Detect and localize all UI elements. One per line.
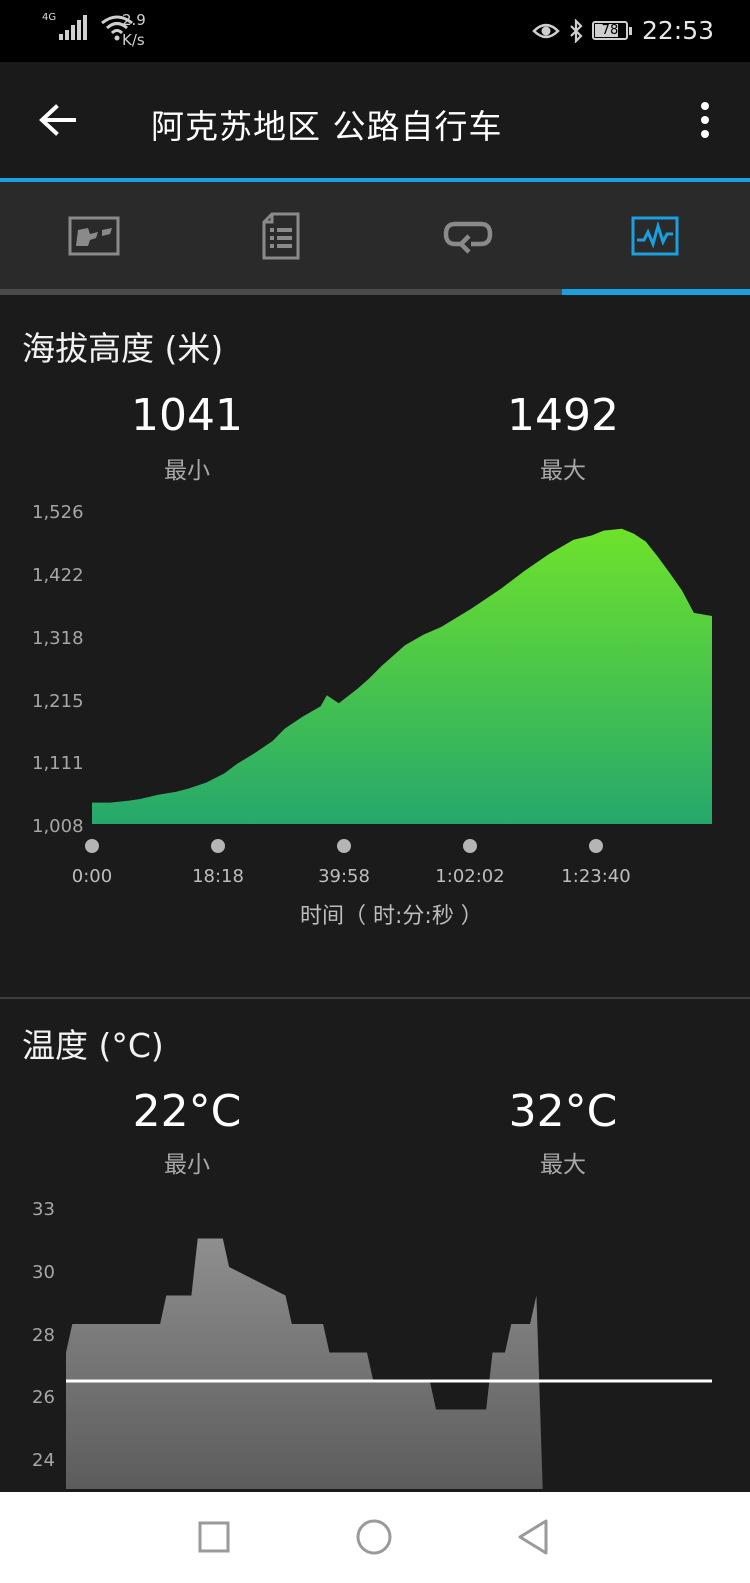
temperature-chart bbox=[66, 1238, 712, 1489]
temperature-area bbox=[66, 1238, 712, 1489]
recent-apps-icon[interactable] bbox=[197, 1520, 231, 1554]
system-nav-bar bbox=[0, 1492, 750, 1583]
home-icon[interactable] bbox=[355, 1518, 393, 1556]
back-nav-icon[interactable] bbox=[516, 1518, 550, 1556]
